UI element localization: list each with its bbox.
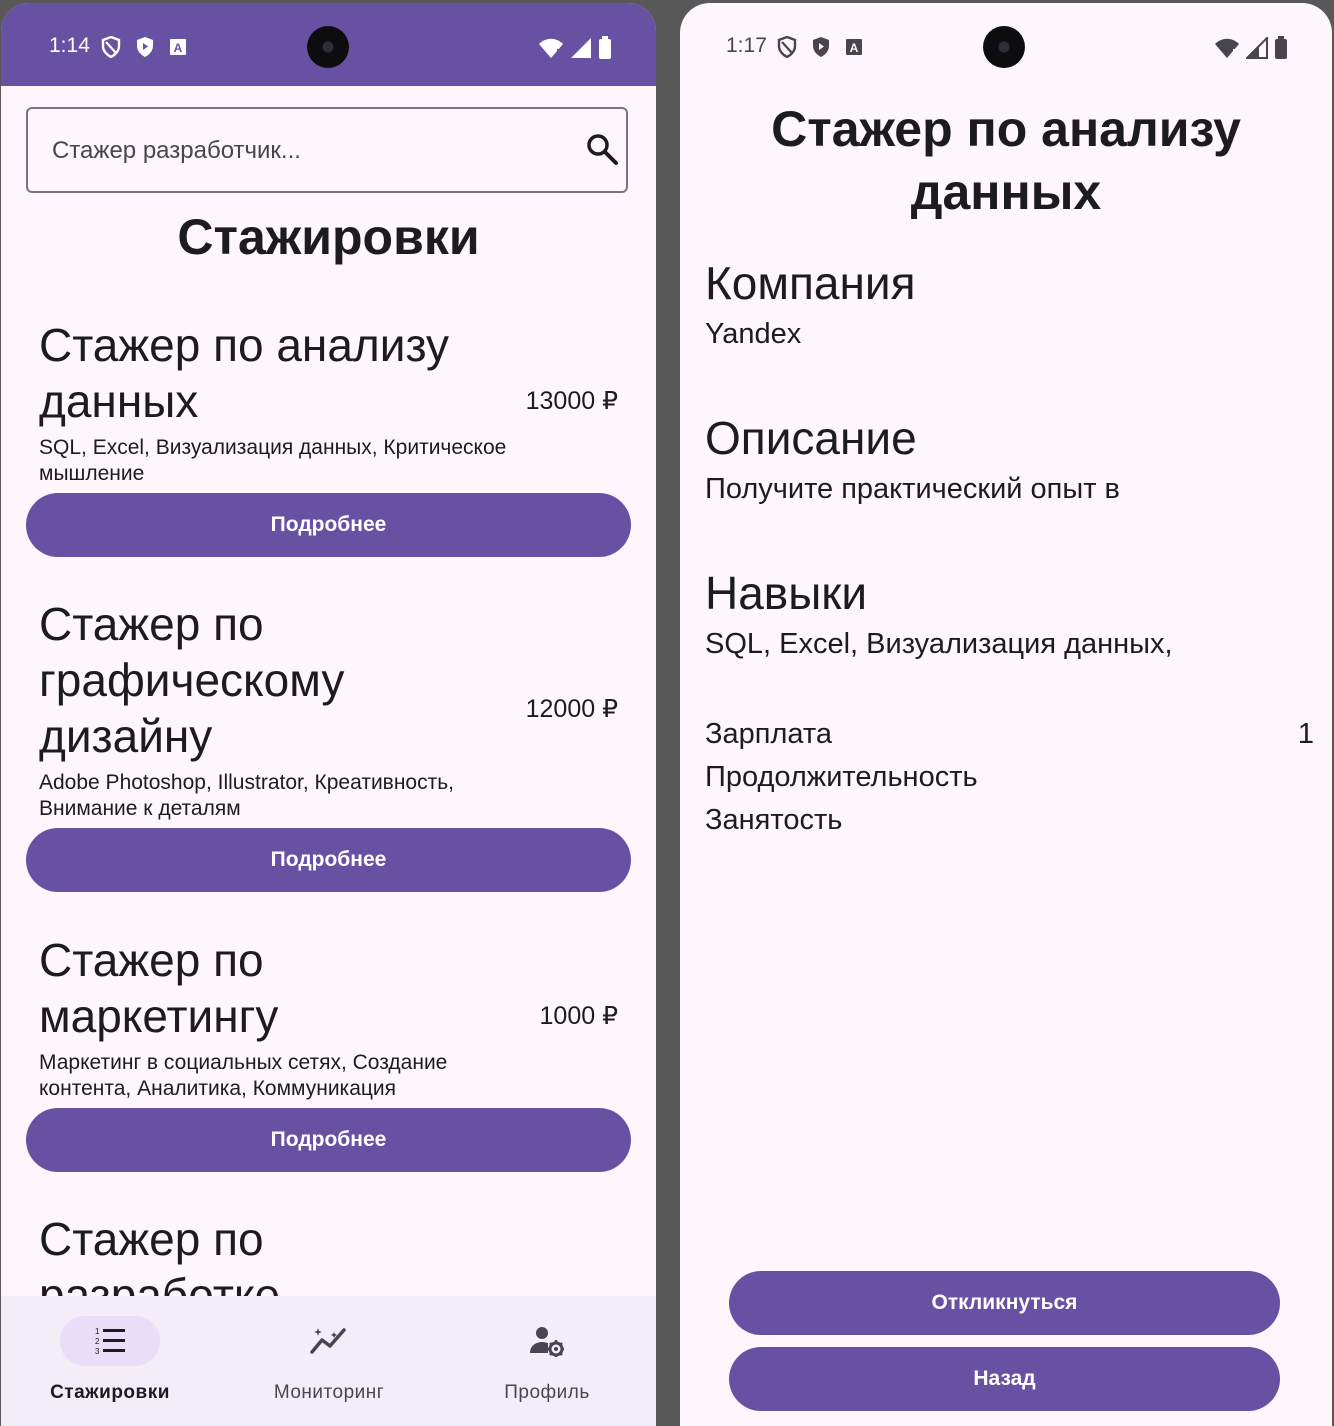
internship-title: Стажер по графическому дизайну: [39, 598, 345, 762]
company-heading: Компания: [705, 257, 916, 309]
battery-icon: [599, 36, 611, 59]
nav-item-profile[interactable]: Профиль: [438, 1296, 656, 1426]
svg-text:1: 1: [95, 1327, 100, 1336]
bottom-navigation: 1 2 3 Стажировки Мониторинг Профиль: [1, 1296, 656, 1426]
svg-text:A: A: [850, 41, 859, 55]
internship-title: Стажер по маркетингу: [39, 934, 279, 1042]
front-camera: [983, 26, 1025, 68]
page-title: Стажировки: [177, 209, 480, 265]
salary-label: Зарплата: [705, 718, 832, 750]
details-button[interactable]: Подробнее: [26, 828, 631, 892]
battery-icon: [1275, 36, 1287, 59]
skills-value: SQL, Excel, Визуализация данных,: [705, 628, 1173, 660]
status-notification-icons: A: [101, 36, 187, 58]
internship-skills: SQL, Excel, Визуализация данных, Критиче…: [39, 436, 507, 485]
skills-heading: Навыки: [705, 567, 868, 619]
keyboard-a-icon: A: [846, 39, 862, 55]
nav-item-internships[interactable]: 1 2 3 Стажировки: [1, 1296, 219, 1426]
internship-title: Стажер по анализу данных: [39, 319, 450, 427]
svg-text:2: 2: [95, 1337, 100, 1346]
status-bar: 1:17 A: [680, 3, 1332, 86]
details-button[interactable]: Подробнее: [26, 1108, 631, 1172]
internship-card: Стажер по анализу данных 13000 ₽ SQL, Ex…: [1, 315, 656, 560]
employment-label: Занятость: [705, 804, 843, 836]
internship-skills: Маркетинг в социальных сетях, Создание к…: [39, 1051, 448, 1100]
manage-accounts-icon: [530, 1327, 564, 1357]
salary-value: 1: [1297, 718, 1314, 750]
internship-skills: Adobe Photoshop, Illustrator, Креативнос…: [39, 771, 454, 820]
apply-button[interactable]: Откликнуться: [729, 1271, 1280, 1335]
list-numbered-icon: 1 2 3: [95, 1327, 125, 1356]
internship-salary: 12000 ₽: [525, 695, 618, 723]
wifi-icon: [1215, 38, 1239, 58]
nav-label: Мониторинг: [273, 1382, 385, 1403]
play-protect-icon: [137, 37, 153, 57]
description-heading: Описание: [705, 412, 917, 464]
status-system-icons: [538, 36, 612, 60]
back-button[interactable]: Назад: [729, 1347, 1280, 1411]
nav-indicator: [279, 1316, 379, 1366]
status-bar: 1:14 A: [1, 3, 656, 86]
analytics-icon: [310, 1328, 346, 1354]
vpn-shield-icon: [777, 36, 797, 58]
search-icon[interactable]: [584, 131, 620, 167]
signal-icon: [571, 38, 591, 58]
nav-label: Стажировки: [50, 1382, 170, 1403]
svg-text:3: 3: [95, 1347, 100, 1356]
internship-title: Стажер по анализу данных: [771, 101, 1241, 220]
internship-card: Стажер по маркетингу 1000 ₽ Маркетинг в …: [1, 930, 656, 1175]
nav-indicator: [497, 1316, 597, 1366]
play-protect-icon: [813, 37, 829, 57]
search-field[interactable]: [26, 107, 628, 193]
search-input[interactable]: [52, 137, 572, 165]
internships-list-screen: 1:14 A Стажировки Стажер по анализу данн…: [1, 3, 656, 1426]
internship-detail-screen: 1:17 A Стажер по анализу данных Компания…: [680, 3, 1332, 1426]
status-time: 1:14: [49, 34, 90, 57]
svg-text:A: A: [174, 41, 183, 55]
internship-card: Стажер по графическому дизайну 12000 ₽ A…: [1, 594, 656, 894]
duration-label: Продолжительность: [705, 761, 978, 793]
description-value: Получите практический опыт в: [705, 473, 1120, 505]
keyboard-a-icon: A: [170, 39, 186, 55]
internship-salary: 1000 ₽: [539, 1002, 618, 1030]
status-system-icons: [1214, 36, 1288, 60]
status-time: 1:17: [726, 34, 767, 57]
wifi-icon: [539, 38, 563, 58]
internship-salary: 13000 ₽: [525, 387, 618, 415]
nav-item-monitoring[interactable]: Мониторинг: [220, 1296, 438, 1426]
details-button[interactable]: Подробнее: [26, 493, 631, 557]
company-value: Yandex: [705, 318, 802, 350]
status-notification-icons: A: [777, 36, 863, 58]
nav-label: Профиль: [504, 1382, 590, 1403]
signal-icon: [1246, 37, 1268, 59]
nav-indicator: 1 2 3: [60, 1316, 160, 1366]
front-camera: [307, 26, 349, 68]
vpn-shield-icon: [101, 36, 121, 58]
